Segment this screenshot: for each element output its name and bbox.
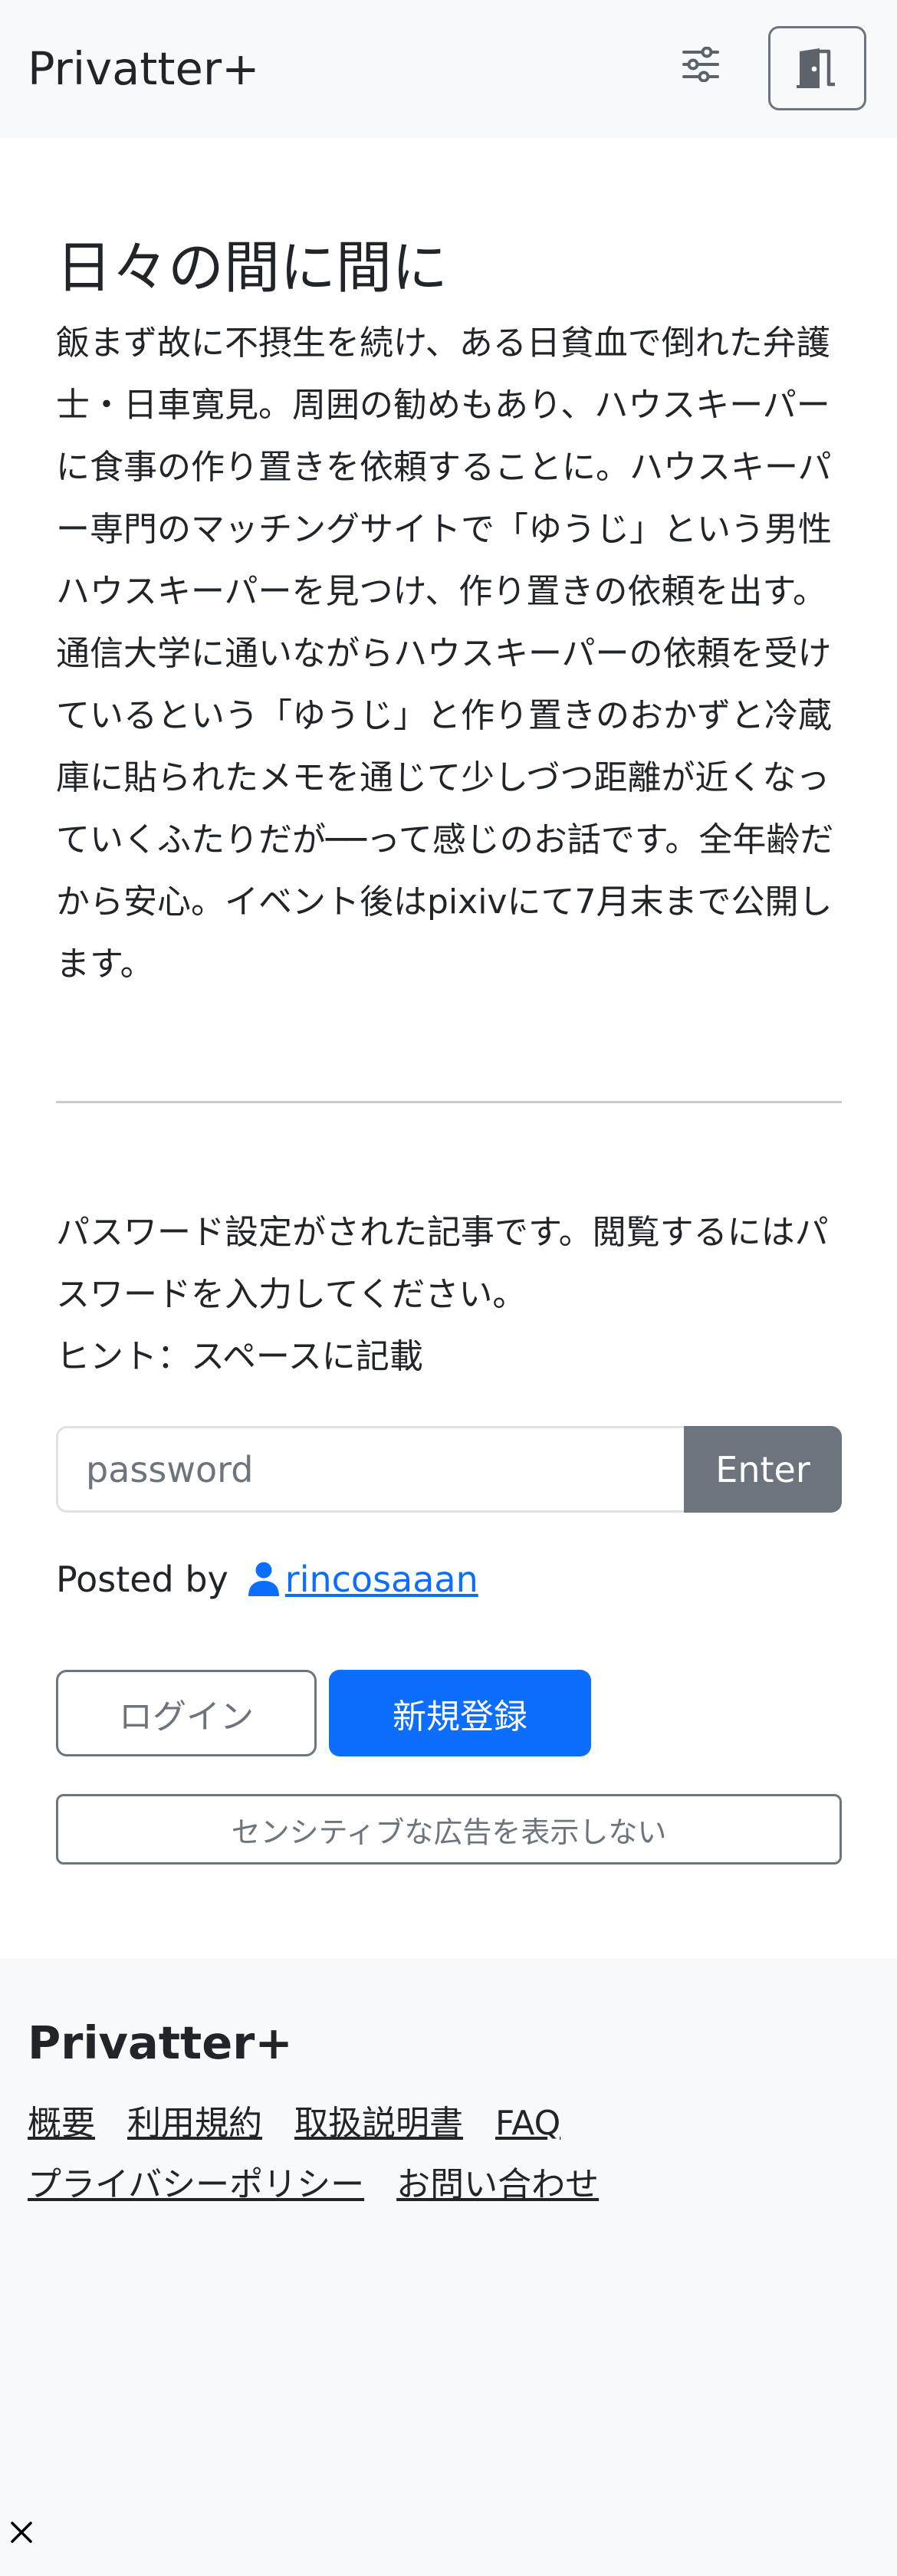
posted-by: Posted by rincosaaan (56, 1549, 478, 1610)
close-ad-button[interactable] (6, 2517, 37, 2548)
author-username: rincosaaan (284, 1559, 478, 1600)
close-icon (11, 2522, 32, 2543)
author-link[interactable]: rincosaaan (247, 1559, 478, 1600)
register-button[interactable]: 新規登録 (329, 1670, 591, 1756)
footer-links-row: 概要 利用規約 取扱説明書 FAQ (28, 2093, 863, 2154)
navbar: Privatter+ (0, 0, 897, 138)
footer: Privatter+ 概要 利用規約 取扱説明書 FAQ プライバシーポリシー … (0, 1959, 897, 2576)
brand-logo[interactable]: Privatter+ (28, 38, 260, 100)
footer-links: 概要 利用規約 取扱説明書 FAQ プライバシーポリシー お問い合わせ (28, 2093, 863, 2216)
description-paragraph: 通信大学に通いながらハウスキーパーの依頼を受けているという「ゆうじ」と作り置きの… (56, 634, 834, 984)
sliders-icon (682, 47, 719, 82)
footer-link-about[interactable]: 概要 (28, 2093, 95, 2154)
footer-brand: Privatter+ (28, 2016, 293, 2069)
enter-button[interactable]: Enter (684, 1426, 842, 1513)
password-notice: パスワード設定がされた記事です。閲覧するにはパスワードを入力してください。 ヒン… (56, 1201, 846, 1388)
footer-link-contact[interactable]: お問い合わせ (396, 2154, 599, 2216)
password-notice-text: パスワード設定がされた記事です。閲覧するにはパスワードを入力してください。 (56, 1213, 829, 1314)
hide-sensitive-ads-button[interactable]: センシティブな広告を表示しない (56, 1794, 842, 1865)
posted-by-label: Posted by (56, 1559, 228, 1600)
footer-link-privacy[interactable]: プライバシーポリシー (28, 2154, 364, 2216)
password-form: Enter (56, 1426, 842, 1513)
description-paragraph: 飯まず故に不摂生を続け、ある日貧血で倒れた弁護士・日車寛見。周囲の勧めもあり、ハ… (56, 324, 832, 611)
footer-link-terms[interactable]: 利用規約 (127, 2093, 262, 2154)
footer-links-row: プライバシーポリシー お問い合わせ (28, 2154, 863, 2216)
settings-button[interactable] (673, 37, 728, 92)
person-icon (248, 1562, 279, 1596)
divider (56, 1101, 842, 1103)
exit-button[interactable] (768, 26, 866, 110)
door-icon (797, 48, 835, 88)
post-title: 日々の間に間に (56, 235, 448, 301)
password-input[interactable] (56, 1426, 684, 1513)
post-description: 飯まず故に不摂生を続け、ある日貧血で倒れた弁護士・日車寛見。周囲の勧めもあり、ハ… (56, 312, 846, 995)
footer-link-faq[interactable]: FAQ (495, 2093, 560, 2154)
password-hint: ヒント：スペースに記載 (56, 1337, 423, 1376)
login-button[interactable]: ログイン (56, 1670, 317, 1756)
footer-link-manual[interactable]: 取扱説明書 (294, 2093, 463, 2154)
